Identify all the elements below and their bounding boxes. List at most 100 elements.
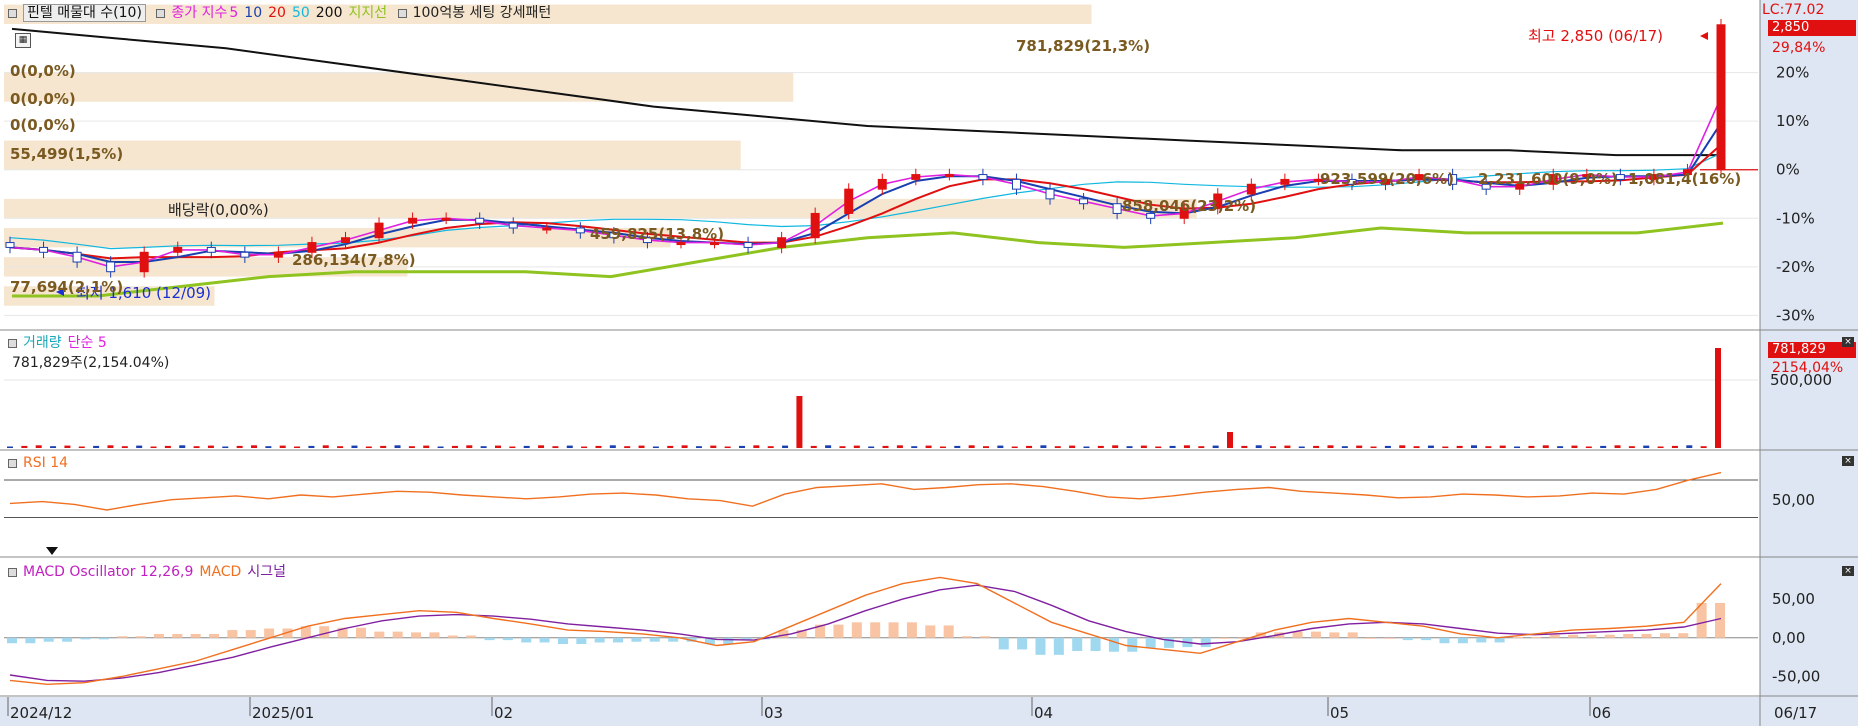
macd-osc-bar <box>1127 637 1138 652</box>
legend-volume-ma[interactable]: 단순 5 <box>68 335 107 351</box>
volume-bar <box>1614 445 1621 448</box>
macd-osc-bar <box>1219 637 1230 639</box>
candle-body <box>1045 188 1055 200</box>
volume-bar <box>782 445 789 448</box>
candle-body <box>944 174 954 178</box>
macd-osc-bar <box>649 637 660 642</box>
macd-axis-tick: -50,00 <box>1772 668 1820 686</box>
volume-bar <box>1284 445 1291 448</box>
volume-bar <box>164 445 171 448</box>
macd-osc-bar <box>1531 637 1542 639</box>
macd-osc-bar <box>613 637 624 643</box>
volume-bar <box>50 446 57 448</box>
volume-bar <box>652 446 659 448</box>
macd-osc-bar <box>1457 637 1468 644</box>
macd-osc-bar <box>1494 637 1505 643</box>
price-tag: 2,850 <box>1768 20 1856 36</box>
close-icon[interactable]: × <box>1842 456 1854 466</box>
candle-body <box>475 217 485 224</box>
volume-bar <box>509 446 516 448</box>
macd-osc-bar <box>1568 634 1579 638</box>
legend-ma5[interactable]: 5 <box>229 5 238 21</box>
close-icon[interactable]: × <box>1842 566 1854 576</box>
volume-bar <box>1227 432 1233 448</box>
calendar-icon[interactable]: ▦ <box>15 33 31 48</box>
candle-body <box>575 227 585 234</box>
volume-bar <box>394 445 401 448</box>
legend-stock-name[interactable]: 핀텔 매물대 수(10) <box>23 4 146 22</box>
volume-bar <box>451 445 458 448</box>
volume-bar <box>868 446 875 448</box>
price-axis-tick: 20% <box>1776 64 1809 82</box>
macd-osc-bar <box>1586 634 1597 638</box>
legend-macd[interactable]: MACD <box>199 564 241 580</box>
macd-legend: MACD Oscillator 12,26,9 MACD 시그널 <box>8 563 292 581</box>
close-icon[interactable]: × <box>1842 337 1854 347</box>
legend-toggle-icon[interactable] <box>8 458 17 468</box>
candle-body <box>5 242 15 248</box>
volume-bar <box>624 446 631 448</box>
legend-macd-osc[interactable]: MACD Oscillator 12,26,9 <box>23 564 193 580</box>
macd-osc-bar <box>1641 633 1652 638</box>
legend-ma50[interactable]: 50 <box>292 5 310 21</box>
macd-osc-bar <box>851 622 862 638</box>
macd-osc-bar <box>1421 637 1432 641</box>
volume-bar <box>566 445 573 448</box>
macd-osc-bar <box>1623 633 1634 638</box>
macd-osc-bar <box>1384 637 1395 639</box>
macd-osc-bar <box>1366 637 1377 639</box>
volume-bar <box>839 446 846 448</box>
macd-osc-bar <box>80 637 91 640</box>
macd-osc-bar <box>245 630 256 638</box>
candle-body <box>1716 24 1726 171</box>
volume-bar <box>1040 445 1047 448</box>
legend-toggle-icon[interactable] <box>397 8 407 18</box>
rsi-line <box>9 471 1722 511</box>
volume-bar <box>753 445 760 448</box>
candle-body <box>810 212 820 239</box>
volume-bar <box>1557 446 1564 448</box>
macd-osc-bar <box>1402 637 1413 641</box>
legend-toggle-icon[interactable] <box>156 8 166 18</box>
dividend-annotation: 배당락(0,00%) <box>168 201 269 219</box>
candle-body <box>374 222 384 239</box>
volume-bar <box>93 445 100 448</box>
volume-bar <box>1485 446 1492 448</box>
legend-ma10[interactable]: 10 <box>244 5 262 21</box>
macd-osc-bar <box>1715 602 1725 638</box>
legend-signal[interactable]: 시그널 <box>247 564 286 580</box>
candle-body <box>206 246 216 253</box>
candle-body <box>1112 203 1122 214</box>
macd-osc-bar <box>576 637 587 644</box>
macd-osc-bar <box>833 624 844 638</box>
volume-profile-label: 781,829(21,3%) <box>1016 37 1151 55</box>
legend-toggle-icon[interactable] <box>8 338 17 348</box>
volume-bar <box>1571 445 1578 448</box>
volume-bar <box>739 445 745 448</box>
legend-rsi[interactable]: RSI 14 <box>23 455 68 471</box>
volume-bar <box>365 446 372 448</box>
macd-osc-bar <box>1108 637 1119 652</box>
legend-ma200[interactable]: 200 <box>316 5 343 21</box>
volume-bar <box>351 445 358 448</box>
legend-support[interactable]: 지지선 <box>349 5 388 21</box>
price-axis-tick: -10% <box>1776 209 1815 227</box>
volume-bar <box>1183 445 1190 448</box>
volume-bar <box>1169 445 1176 448</box>
macd-osc-bar <box>209 633 220 638</box>
legend-ma-label[interactable]: 종가 지수 <box>171 5 227 21</box>
price-pct: 29,84% <box>1772 40 1826 56</box>
volume-bar <box>64 445 71 448</box>
volume-bar <box>1671 445 1678 448</box>
volume-bar <box>681 445 688 448</box>
volume-bar <box>1370 446 1377 448</box>
legend-toggle-icon[interactable] <box>8 567 17 577</box>
macd-osc-bar <box>135 636 146 638</box>
legend-toggle-icon[interactable] <box>8 8 17 18</box>
volume-bar <box>896 445 903 448</box>
legend-pattern[interactable]: 100억봉 세팅 강세패턴 <box>413 5 552 21</box>
candle-body <box>39 246 49 253</box>
macd-osc-bar <box>870 622 881 638</box>
legend-ma20[interactable]: 20 <box>268 5 286 21</box>
legend-volume[interactable]: 거래량 <box>23 335 62 351</box>
